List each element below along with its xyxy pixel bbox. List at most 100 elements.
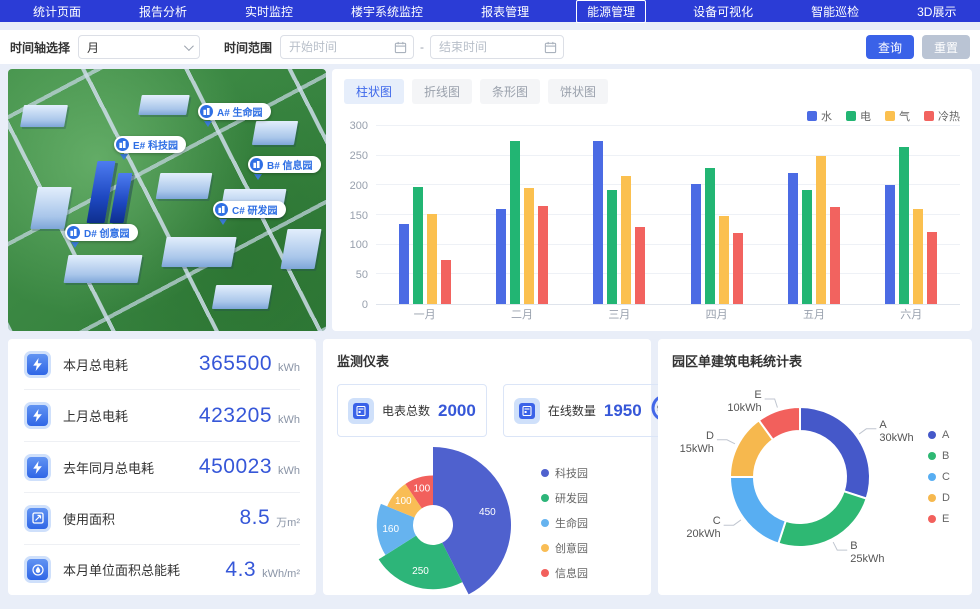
bar-冷热-三月[interactable]: [635, 227, 645, 304]
nav-item-能源管理[interactable]: 能源管理: [576, 0, 646, 23]
legend-label: D: [942, 492, 950, 504]
bar-气-五月[interactable]: [816, 156, 826, 304]
nav-item-3D展示[interactable]: 3D展示: [906, 0, 967, 23]
bar-气-六月[interactable]: [913, 209, 923, 304]
map-marker-A[interactable]: A# 生命园: [198, 103, 271, 120]
tab-折线图[interactable]: 折线图: [412, 79, 472, 104]
nav-item-设备可视化[interactable]: 设备可视化: [682, 0, 764, 23]
rose-legend-生命园[interactable]: 生命园: [541, 515, 588, 531]
stat-row-上月总电耗: 上月总电耗423205kWh: [24, 390, 300, 441]
donut-slice-C[interactable]: [730, 477, 786, 544]
end-time-input[interactable]: [439, 40, 544, 54]
bar-group-五月: [788, 126, 840, 304]
reset-button[interactable]: 重置: [922, 35, 970, 59]
map-marker-label: C# 研发园: [232, 202, 278, 217]
bar-冷热-二月[interactable]: [538, 206, 548, 304]
nav-item-统计页面[interactable]: 统计页面: [22, 0, 92, 23]
nav-item-实时监控[interactable]: 实时监控: [234, 0, 304, 23]
rose-legend-科技园[interactable]: 科技园: [541, 465, 588, 481]
tab-条形图[interactable]: 条形图: [480, 79, 540, 104]
legend-label: 创意园: [555, 540, 588, 556]
legend-item-电[interactable]: 电: [846, 108, 871, 124]
donut-legend-B[interactable]: B: [928, 450, 950, 462]
bar-冷热-六月[interactable]: [927, 232, 937, 304]
legend-dot: [928, 473, 936, 481]
bar-水-四月[interactable]: [691, 184, 701, 304]
y-tick-label: 50: [356, 269, 368, 281]
nav-item-楼宇系统监控[interactable]: 楼宇系统监控: [340, 0, 434, 23]
start-time-input[interactable]: [289, 40, 394, 54]
y-axis: 050100150200250300: [344, 126, 376, 305]
bar-水-二月[interactable]: [496, 209, 506, 304]
legend-swatch: [885, 111, 895, 121]
bar-电-五月[interactable]: [802, 190, 812, 304]
bar-电-四月[interactable]: [705, 168, 715, 304]
building-shape: [110, 173, 133, 223]
map-marker-C[interactable]: C# 研发园: [213, 201, 286, 218]
bar-冷热-一月[interactable]: [441, 260, 451, 305]
start-time-field[interactable]: [280, 35, 414, 59]
monitor-title: 监测仪表: [337, 351, 637, 370]
donut-slice-A[interactable]: [800, 407, 870, 499]
bar-水-五月[interactable]: [788, 173, 798, 304]
y-tick-label: 0: [362, 299, 368, 311]
legend-label: A: [942, 429, 949, 441]
nav-item-报表管理[interactable]: 报表管理: [470, 0, 540, 23]
legend-label: 研发园: [555, 490, 588, 506]
bar-电-一月[interactable]: [413, 187, 423, 304]
map-marker-B[interactable]: B# 信息园: [248, 156, 321, 173]
map-marker-E[interactable]: E# 科技园: [114, 136, 186, 153]
bar-电-六月[interactable]: [899, 147, 909, 304]
city-map[interactable]: A# 生命园 E# 科技园 B# 信息园 C# 研发园 D# 创意园: [8, 69, 326, 331]
calendar-icon: [544, 41, 557, 54]
end-time-field[interactable]: [430, 35, 564, 59]
donut-legend-A[interactable]: A: [928, 429, 950, 441]
nav-item-报告分析[interactable]: 报告分析: [128, 0, 198, 23]
bar-水-三月[interactable]: [593, 141, 603, 304]
search-button[interactable]: 查询: [866, 35, 914, 59]
donut-legend-C[interactable]: C: [928, 471, 950, 483]
y-tick-label: 100: [350, 239, 368, 251]
bar-水-六月[interactable]: [885, 185, 895, 304]
stat-value: 450023: [199, 455, 272, 479]
calendar-icon: [394, 41, 407, 54]
bar-气-三月[interactable]: [621, 176, 631, 304]
legend-label: 水: [821, 108, 832, 124]
stat-label: 本月总电耗: [63, 355, 128, 374]
time-axis-select[interactable]: 月: [78, 35, 200, 59]
nav-item-智能巡检[interactable]: 智能巡检: [800, 0, 870, 23]
area-icon: [24, 505, 51, 532]
bar-group-二月: [496, 126, 548, 304]
donut-legend-E[interactable]: E: [928, 513, 950, 525]
gridline: [376, 125, 960, 126]
donut-label-A: A30kWh: [879, 418, 913, 443]
donut-legend-D[interactable]: D: [928, 492, 950, 504]
rose-legend-信息园[interactable]: 信息园: [541, 565, 588, 581]
donut-slice-B[interactable]: [778, 491, 866, 547]
legend-item-冷热[interactable]: 冷热: [924, 108, 960, 124]
rose-legend-研发园[interactable]: 研发园: [541, 490, 588, 506]
bar-气-二月[interactable]: [524, 188, 534, 304]
bar-水-一月[interactable]: [399, 224, 409, 304]
bar-气-四月[interactable]: [719, 216, 729, 304]
tab-饼状图[interactable]: 饼状图: [548, 79, 608, 104]
donut-legend: ABCDE: [928, 429, 950, 525]
stat-label: 上月总电耗: [63, 406, 128, 425]
stat-row-本月单位面积总能耗: 本月单位面积总能耗4.3kWh/m²: [24, 545, 300, 595]
bar-气-一月[interactable]: [427, 214, 437, 304]
bar-电-三月[interactable]: [607, 190, 617, 304]
y-tick-label: 300: [350, 120, 368, 132]
building-shape: [20, 105, 68, 127]
legend-item-气[interactable]: 气: [885, 108, 910, 124]
legend-item-水[interactable]: 水: [807, 108, 832, 124]
building-icon: [250, 158, 263, 171]
bar-冷热-五月[interactable]: [830, 207, 840, 304]
time-axis-label: 时间轴选择: [10, 39, 70, 56]
legend-label: E: [942, 513, 949, 525]
rose-legend-创意园[interactable]: 创意园: [541, 540, 588, 556]
bar-电-二月[interactable]: [510, 141, 520, 304]
tab-柱状图[interactable]: 柱状图: [344, 79, 404, 104]
bar-冷热-四月[interactable]: [733, 233, 743, 304]
map-marker-D[interactable]: D# 创意园: [65, 224, 138, 241]
stat-unit: kWh: [278, 354, 300, 374]
